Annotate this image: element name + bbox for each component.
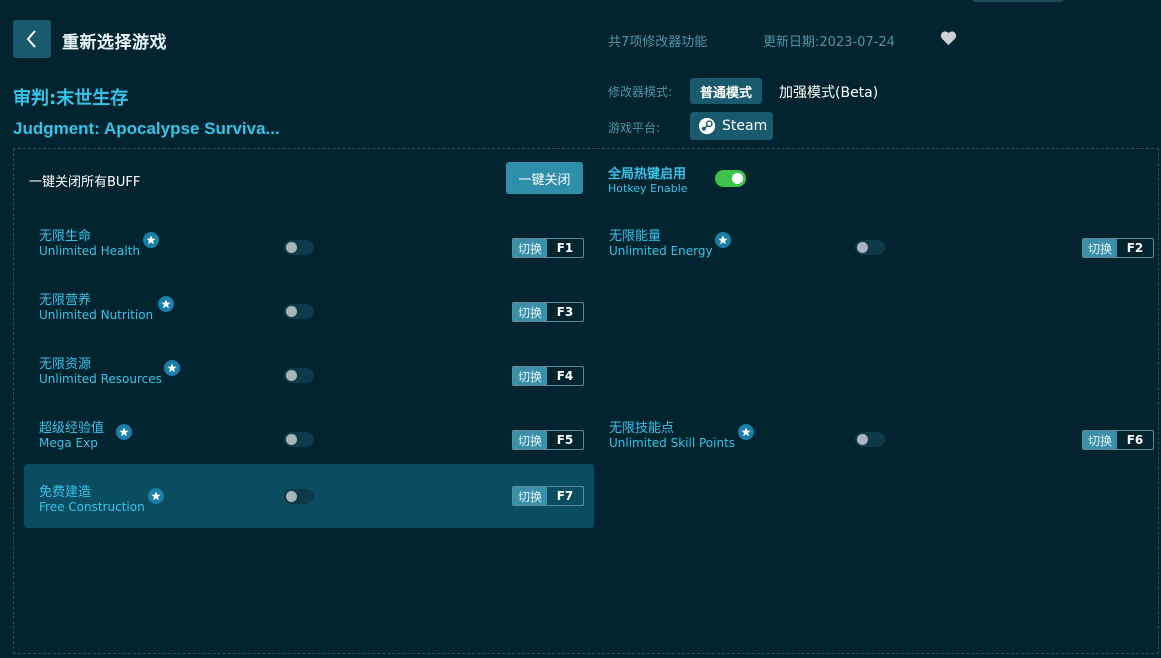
- switch-label: 切换: [513, 487, 547, 505]
- star-icon: [715, 232, 731, 248]
- hotkey-key: F6: [1126, 433, 1144, 447]
- hotkey-switch-button[interactable]: 切换 F5: [512, 430, 584, 450]
- hotkey-switch-button[interactable]: 切换 F2: [1082, 238, 1154, 258]
- switch-label: 切换: [513, 239, 547, 257]
- star-icon: [158, 296, 174, 312]
- hotkey-label-cn: 全局热键启用: [608, 167, 687, 182]
- option-row: 超级经验值 Mega Exp 切换 F5: [24, 408, 594, 472]
- option-label-cn: 无限营养: [39, 293, 92, 308]
- hotkey-toggle[interactable]: [715, 170, 746, 187]
- option-toggle[interactable]: [284, 304, 314, 319]
- option-row[interactable]: 免费建造 Free Construction 切换 F7: [24, 464, 594, 528]
- option-label-en: Mega Exp: [39, 436, 98, 450]
- option-label-en: Free Construction: [39, 500, 145, 514]
- option-toggle[interactable]: [284, 368, 314, 383]
- option-row: 无限营养 Unlimited Nutrition 切换 F3: [24, 280, 594, 344]
- hotkey-switch-button[interactable]: 切换 F6: [1082, 430, 1154, 450]
- toggle-knob: [286, 242, 297, 253]
- steam-button[interactable]: Steam: [690, 112, 773, 140]
- option-toggle[interactable]: [855, 432, 885, 447]
- hotkey-key: F1: [556, 241, 574, 255]
- option-label-en: Unlimited Resources: [39, 372, 162, 386]
- option-label-cn: 无限能量: [609, 229, 662, 244]
- option-row: 无限技能点 Unlimited Skill Points 切换 F6: [594, 408, 1159, 472]
- hotkey-key: F3: [556, 305, 574, 319]
- option-toggle[interactable]: [855, 240, 885, 255]
- switch-label: 切换: [513, 431, 547, 449]
- option-toggle[interactable]: [284, 240, 314, 255]
- option-label-cn: 免费建造: [39, 485, 92, 500]
- feature-count: 共7项修改器功能: [608, 35, 708, 50]
- switch-label: 切换: [1083, 239, 1117, 257]
- hotkey-switch-button[interactable]: 切换 F1: [512, 238, 584, 258]
- option-toggle[interactable]: [284, 432, 314, 447]
- hotkey-key: F7: [556, 489, 574, 503]
- update-date: 更新日期:2023-07-24: [763, 35, 895, 50]
- all-buff-label: 一键关闭所有BUFF: [29, 175, 141, 190]
- steam-icon: [698, 117, 716, 135]
- option-label-en: Unlimited Nutrition: [39, 308, 154, 322]
- close-all-button[interactable]: 一键关闭: [506, 162, 583, 194]
- heart-icon[interactable]: [940, 30, 957, 50]
- hotkey-key: F2: [1126, 241, 1144, 255]
- toggle-knob: [286, 491, 297, 502]
- platform-label: 游戏平台:: [608, 121, 661, 135]
- mode-label: 修改器模式:: [608, 85, 673, 99]
- switch-label: 切换: [1083, 431, 1117, 449]
- toggle-knob: [857, 242, 868, 253]
- switch-label: 切换: [513, 303, 547, 321]
- hotkey-switch-button[interactable]: 切换 F3: [512, 302, 584, 322]
- platform-name: Steam: [722, 118, 768, 134]
- option-row: 无限能量 Unlimited Energy 切换 F2: [594, 216, 1159, 280]
- option-label-en: Unlimited Energy: [609, 244, 713, 258]
- hotkey-label-en: Hotkey Enable: [608, 182, 688, 195]
- star-icon: [738, 424, 754, 440]
- hotkey-key: F5: [556, 433, 574, 447]
- star-icon: [116, 424, 132, 440]
- toggle-knob: [857, 434, 868, 445]
- hotkey-switch-button[interactable]: 切换 F7: [512, 486, 584, 506]
- beta-mode-button[interactable]: 加强模式(Beta): [779, 82, 878, 102]
- option-label-en: Unlimited Skill Points: [609, 436, 736, 450]
- toggle-knob: [286, 434, 297, 445]
- game-title-en: Judgment: Apocalypse Surviva...: [13, 119, 280, 138]
- star-icon: [164, 360, 180, 376]
- option-row: 无限生命 Unlimited Health 切换 F1: [24, 216, 594, 280]
- game-title-cn: 审判:末世生存: [13, 88, 129, 109]
- hotkey-key: F4: [556, 369, 574, 383]
- option-label-cn: 超级经验值: [39, 421, 105, 436]
- chevron-left-icon: [26, 30, 36, 48]
- star-icon: [148, 488, 164, 504]
- star-icon: [143, 232, 159, 248]
- option-label-cn: 无限生命: [39, 229, 92, 244]
- toggle-knob: [286, 306, 297, 317]
- option-row: 无限资源 Unlimited Resources 切换 F4: [24, 344, 594, 408]
- option-label-cn: 无限资源: [39, 357, 92, 372]
- switch-label: 切换: [513, 367, 547, 385]
- toggle-knob: [286, 370, 297, 381]
- hotkey-switch-button[interactable]: 切换 F4: [512, 366, 584, 386]
- top-tab[interactable]: [972, 0, 1064, 2]
- toggle-knob: [732, 173, 743, 184]
- trainer-window: 重新选择游戏 共7项修改器功能 更新日期:2023-07-24 审判:末世生存 …: [0, 0, 1161, 658]
- back-button[interactable]: [13, 20, 51, 58]
- page-title: 重新选择游戏: [62, 33, 167, 53]
- option-label-cn: 无限技能点: [609, 421, 675, 436]
- normal-mode-button[interactable]: 普通模式: [690, 78, 762, 104]
- option-label-en: Unlimited Health: [39, 244, 141, 258]
- option-toggle[interactable]: [284, 489, 314, 504]
